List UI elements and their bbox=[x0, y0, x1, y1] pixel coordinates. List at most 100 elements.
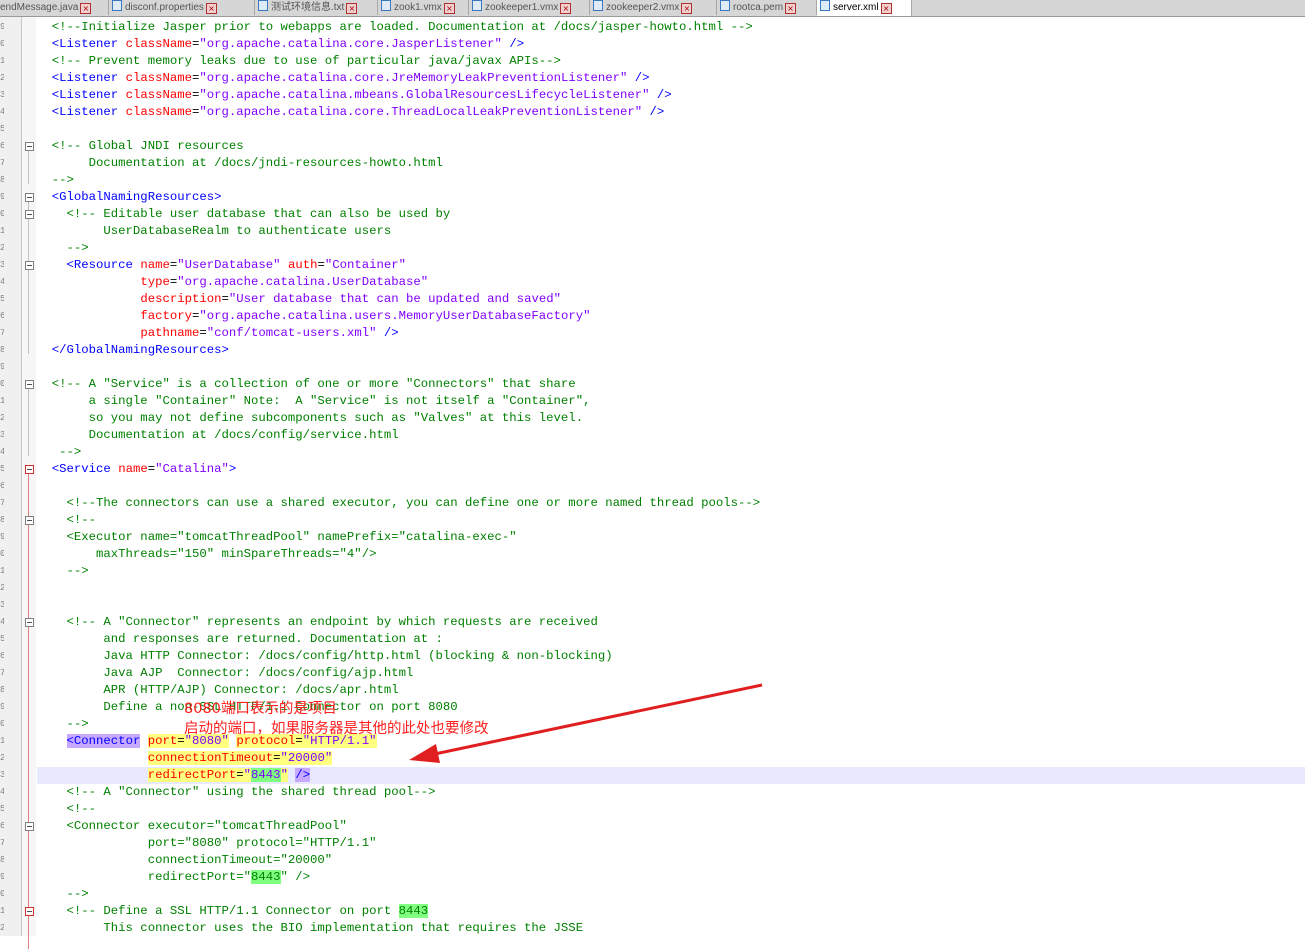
tab-label: server.xml bbox=[833, 2, 879, 13]
code-line[interactable]: <Service name="Catalina"> bbox=[37, 461, 237, 478]
fold-toggle-icon[interactable] bbox=[25, 516, 34, 525]
line-number: 6 bbox=[0, 821, 4, 831]
line-number: 1 bbox=[0, 906, 4, 916]
fold-toggle-icon[interactable] bbox=[25, 822, 34, 831]
code-line[interactable]: <Listener className="org.apache.catalina… bbox=[37, 70, 650, 87]
code-token: pathname bbox=[140, 326, 200, 340]
line-number: 3 bbox=[0, 430, 4, 440]
fold-toggle-icon[interactable] bbox=[25, 380, 34, 389]
line-number: 9 bbox=[0, 192, 4, 202]
code-line[interactable]: --> bbox=[37, 886, 89, 903]
tab-0[interactable]: endMessage.java × bbox=[0, 0, 109, 15]
tab-6[interactable]: rootca.pem × bbox=[717, 0, 817, 15]
code-line[interactable]: --> bbox=[37, 240, 89, 257]
fold-toggle-icon[interactable] bbox=[25, 618, 34, 627]
code-line[interactable]: <!-- A "Connector" using the shared thre… bbox=[37, 784, 436, 801]
code-line[interactable]: <!-- A "Connector" represents an endpoin… bbox=[37, 614, 598, 631]
code-line[interactable]: <Listener className="org.apache.catalina… bbox=[37, 104, 665, 121]
code-line[interactable]: a single "Container" Note: A "Service" i… bbox=[37, 393, 591, 410]
tab-label: 测试环境信息.txt bbox=[271, 2, 345, 13]
fold-toggle-icon[interactable] bbox=[25, 465, 34, 474]
line-number: 8 bbox=[0, 175, 4, 185]
line-number: 4 bbox=[0, 107, 4, 117]
code-line[interactable]: <Listener className="org.apache.catalina… bbox=[37, 36, 524, 53]
close-tab-icon[interactable]: × bbox=[80, 3, 92, 14]
code-line[interactable]: <!--The connectors can use a shared exec… bbox=[37, 495, 761, 512]
line-number: 2 bbox=[0, 753, 4, 763]
code-token: " bbox=[280, 768, 288, 782]
code-line[interactable]: UserDatabaseRealm to authenticate users bbox=[37, 223, 391, 240]
code-line[interactable]: redirectPort="8443" /> bbox=[37, 767, 1305, 784]
code-line[interactable]: <GlobalNamingResources> bbox=[37, 189, 222, 206]
code-line[interactable]: Documentation at /docs/jndi-resources-ho… bbox=[37, 155, 443, 172]
code-line[interactable]: --> bbox=[37, 716, 89, 733]
code-token: description bbox=[140, 292, 222, 306]
code-line[interactable]: <Listener className="org.apache.catalina… bbox=[37, 87, 672, 104]
code-token: auth bbox=[287, 258, 318, 272]
code-line[interactable]: Documentation at /docs/config/service.ht… bbox=[37, 427, 399, 444]
line-number: 8 bbox=[0, 345, 4, 355]
code-line[interactable]: factory="org.apache.catalina.users.Memor… bbox=[37, 308, 590, 325]
code-line[interactable]: --> bbox=[37, 563, 89, 580]
fold-toggle-icon[interactable] bbox=[25, 261, 34, 270]
code-line[interactable]: type="org.apache.catalina.UserDatabase" bbox=[37, 274, 428, 291]
tab-7[interactable]: server.xml × bbox=[817, 0, 912, 16]
code-line[interactable]: </GlobalNamingResources> bbox=[37, 342, 229, 359]
code-line[interactable]: This connector uses the BIO implementati… bbox=[37, 920, 583, 937]
code-token: <!-- Editable user database that can als… bbox=[37, 207, 451, 221]
code-line[interactable]: <!-- bbox=[37, 801, 97, 818]
code-line[interactable]: <!-- Editable user database that can als… bbox=[37, 206, 451, 223]
tab-1[interactable]: disconf.properties × bbox=[109, 0, 255, 15]
line-number: 4 bbox=[0, 787, 4, 797]
code-line[interactable]: <Resource name="UserDatabase" auth="Cont… bbox=[37, 257, 407, 274]
code-line[interactable]: maxThreads="150" minSpareThreads="4"/> bbox=[37, 546, 376, 563]
code-line[interactable]: description="User database that can be u… bbox=[37, 291, 561, 308]
code-line[interactable]: pathname="conf/tomcat-users.xml" /> bbox=[37, 325, 398, 342]
code-token: This connector uses the BIO implementati… bbox=[37, 921, 584, 935]
close-tab-icon[interactable]: × bbox=[560, 3, 572, 14]
close-tab-icon[interactable]: × bbox=[681, 3, 693, 14]
code-line[interactable]: so you may not define subcomponents such… bbox=[37, 410, 583, 427]
close-tab-icon[interactable]: × bbox=[880, 3, 892, 14]
code-line[interactable]: <Connector executor="tomcatThreadPool" bbox=[37, 818, 347, 835]
close-tab-icon[interactable]: × bbox=[205, 3, 217, 14]
code-line[interactable]: <!-- Prevent memory leaks due to use of … bbox=[37, 53, 561, 70]
fold-toggle-icon[interactable] bbox=[25, 907, 34, 916]
tab-4[interactable]: zookeeper1.vmx × bbox=[469, 0, 590, 15]
line-number: 4 bbox=[0, 277, 4, 287]
code-line[interactable]: redirectPort="8443" /> bbox=[37, 869, 310, 886]
code-token: <Listener bbox=[37, 71, 126, 85]
code-line[interactable]: <Executor name="tomcatThreadPool" namePr… bbox=[37, 529, 517, 546]
code-line[interactable]: connectionTimeout="20000" bbox=[37, 750, 333, 767]
code-line[interactable]: Java AJP Connector: /docs/config/ajp.htm… bbox=[37, 665, 413, 682]
tab-2[interactable]: 测试环境信息.txt × bbox=[255, 0, 378, 15]
code-token: <!-- A "Connector" using the shared thre… bbox=[37, 785, 436, 799]
fold-toggle-icon[interactable] bbox=[25, 210, 34, 219]
fold-toggle-icon[interactable] bbox=[25, 142, 34, 151]
fold-toggle-icon[interactable] bbox=[25, 193, 34, 202]
code-line[interactable]: <!--Initialize Jasper prior to webapps a… bbox=[37, 19, 753, 36]
close-tab-icon[interactable]: × bbox=[346, 3, 358, 14]
tab-5[interactable]: zookeeper2.vmx × bbox=[590, 0, 717, 15]
code-line[interactable]: connectionTimeout="20000" bbox=[37, 852, 333, 869]
code-line[interactable]: --> bbox=[37, 172, 74, 189]
close-tab-icon[interactable]: × bbox=[785, 3, 797, 14]
code-token: type bbox=[140, 275, 170, 289]
code-line[interactable]: and responses are returned. Documentatio… bbox=[37, 631, 442, 648]
code-line[interactable]: <!-- Global JNDI resources bbox=[37, 138, 244, 155]
code-line[interactable]: <!-- A "Service" is a collection of one … bbox=[37, 376, 576, 393]
code-line[interactable]: <!-- Define a SSL HTTP/1.1 Connector on … bbox=[37, 903, 429, 920]
code-line[interactable]: port="8080" protocol="HTTP/1.1" bbox=[37, 835, 377, 852]
code-line[interactable]: --> bbox=[37, 444, 81, 461]
code-line[interactable]: <!-- bbox=[37, 512, 97, 529]
tab-label: endMessage.java bbox=[0, 2, 79, 13]
line-number: 9 bbox=[0, 532, 4, 542]
line-number: 3 bbox=[0, 260, 4, 270]
tab-3[interactable]: zook1.vmx × bbox=[378, 0, 469, 15]
code-editor[interactable]: 9 0 1 2 3 4 5 6 7 8 9 0 1 2 3 4 5 6 7 8 9 0 1 2 3 4 5 6 7 8 9 0 1 2 3 4 5 6 7 8… bbox=[0, 17, 1305, 949]
code-line[interactable]: Java HTTP Connector: /docs/config/http.h… bbox=[37, 648, 612, 665]
fold-guide bbox=[28, 473, 29, 949]
close-tab-icon[interactable]: × bbox=[443, 3, 455, 14]
